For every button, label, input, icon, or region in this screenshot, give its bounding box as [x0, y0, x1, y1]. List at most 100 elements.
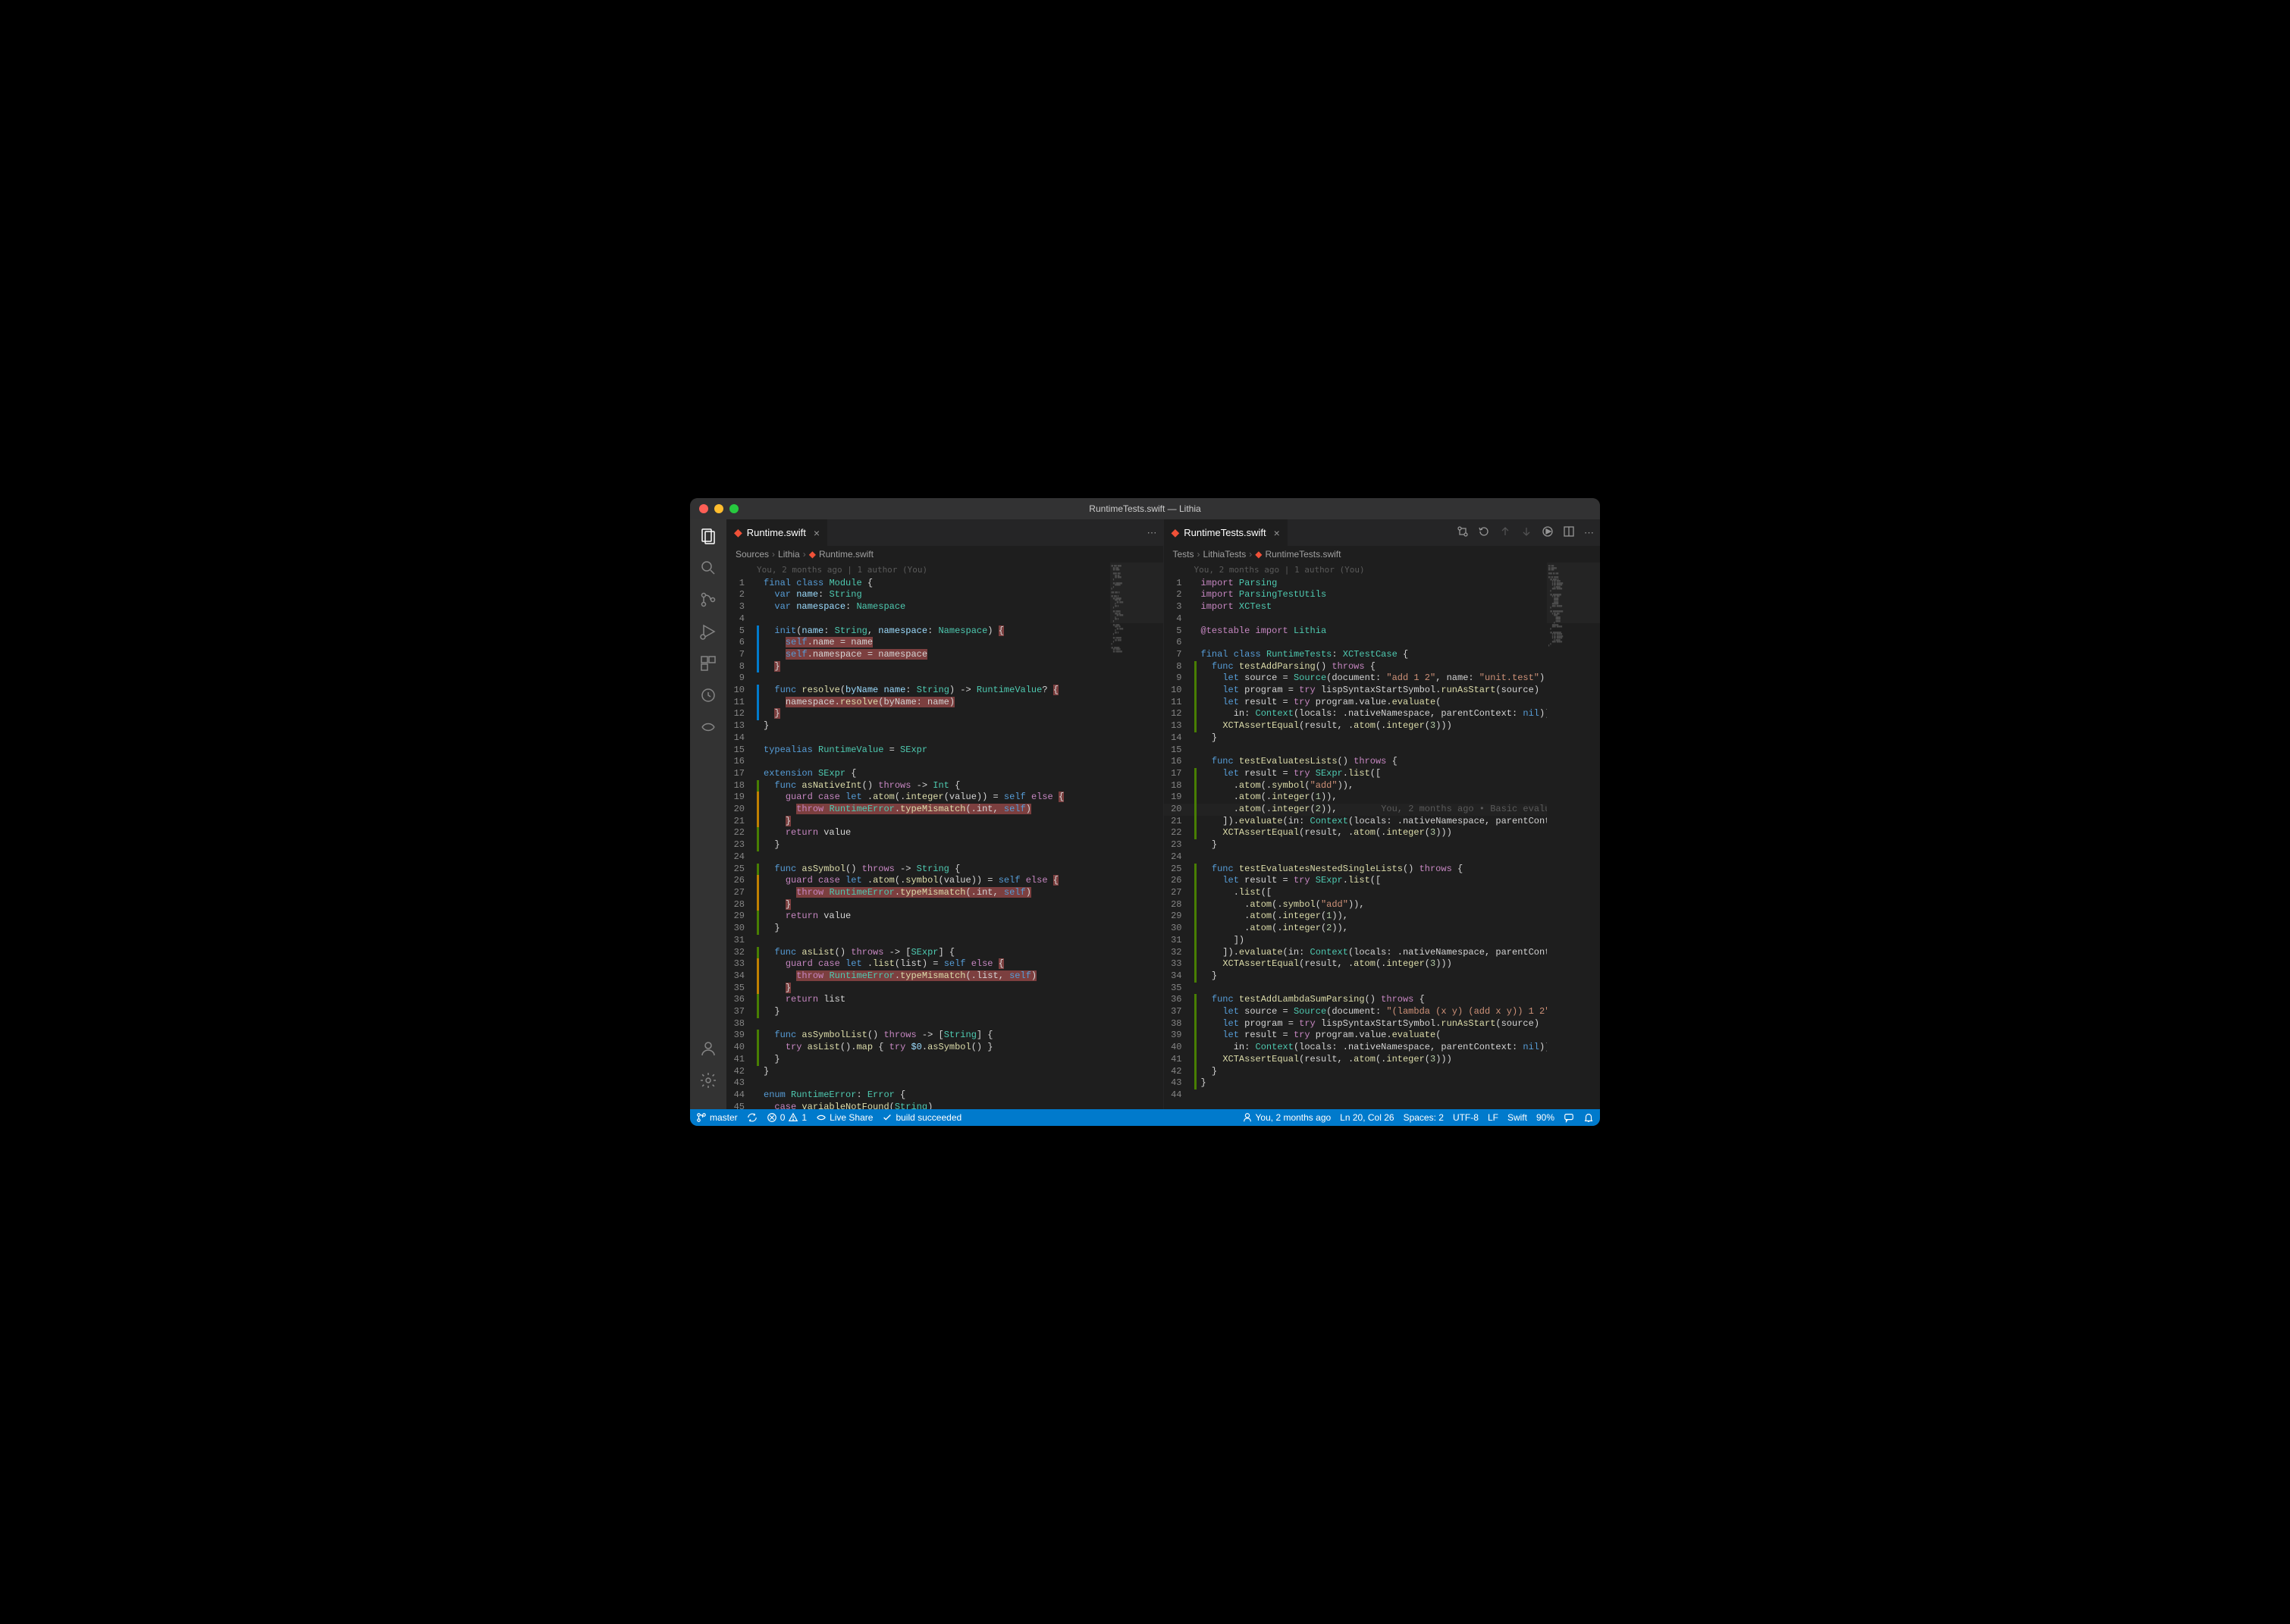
code-line[interactable]: 45 case variableNotFound(String)	[726, 1102, 1110, 1109]
code-line[interactable]: 17extension SExpr {	[726, 768, 1110, 780]
code-content[interactable]: .atom(.integer(1)),	[1201, 911, 1548, 923]
code-content[interactable]: }	[764, 839, 1110, 851]
code-line[interactable]: 14	[726, 732, 1110, 745]
lncol-status[interactable]: Ln 20, Col 26	[1340, 1112, 1394, 1123]
code-content[interactable]: in: Context(locals: .nativeNamespace, pa…	[1201, 1042, 1548, 1054]
code-content[interactable]: .atom(.symbol("add")),	[1201, 899, 1548, 911]
code-content[interactable]: let result = try program.value.evaluate(	[1201, 697, 1548, 709]
code-line[interactable]: 30 .atom(.integer(2)),	[1164, 923, 1548, 935]
code-content[interactable]: let source = Source(document: "(lambda (…	[1201, 1006, 1548, 1018]
code-content[interactable]: @testable import Lithia	[1201, 625, 1548, 638]
code-content[interactable]: }	[764, 899, 1110, 911]
code-line[interactable]: 16 func testEvaluatesLists() throws {	[1164, 756, 1548, 768]
code-content[interactable]: let result = try SExpr.list([	[1201, 875, 1548, 887]
language-status[interactable]: Swift	[1507, 1112, 1527, 1123]
code-area-right[interactable]: You, 2 months ago | 1 author (You) 1impo…	[1164, 563, 1601, 1109]
code-line[interactable]: 44enum RuntimeError: Error {	[726, 1089, 1110, 1102]
code-content[interactable]: func testEvaluatesLists() throws {	[1201, 756, 1548, 768]
code-content[interactable]: final class RuntimeTests: XCTestCase {	[1201, 649, 1548, 661]
code-content[interactable]: }	[764, 661, 1110, 673]
code-content[interactable]: func asNativeInt() throws -> Int {	[764, 780, 1110, 792]
explorer-icon[interactable]	[699, 527, 717, 545]
code-content[interactable]: ])	[1201, 935, 1548, 947]
code-content[interactable]: self.namespace = namespace	[764, 649, 1110, 661]
code-content[interactable]: namespace.resolve(byName: name)	[764, 697, 1110, 709]
code-line[interactable]: 35	[1164, 983, 1548, 995]
extensions-icon[interactable]	[699, 654, 717, 672]
code-content[interactable]: import Parsing	[1201, 578, 1548, 590]
code-line[interactable]: 22 XCTAssertEqual(result, .atom(.integer…	[1164, 827, 1548, 839]
code-line[interactable]: 4	[1164, 613, 1548, 625]
code-line[interactable]: 8 }	[726, 661, 1110, 673]
code-content[interactable]	[1201, 983, 1548, 995]
code-line[interactable]: 41 XCTAssertEqual(result, .atom(.integer…	[1164, 1054, 1548, 1066]
code-content[interactable]: throw RuntimeError.typeMismatch(.int, se…	[764, 887, 1110, 899]
code-line[interactable]: 18 func asNativeInt() throws -> Int {	[726, 780, 1110, 792]
zoom-status[interactable]: 90%	[1536, 1112, 1554, 1123]
code-line[interactable]: 1import Parsing	[1164, 578, 1548, 590]
code-line[interactable]: 26 let result = try SExpr.list([	[1164, 875, 1548, 887]
code-content[interactable]: import ParsingTestUtils	[1201, 589, 1548, 601]
code-content[interactable]: guard case let .atom(.symbol(value)) = s…	[764, 875, 1110, 887]
code-line[interactable]: 20 throw RuntimeError.typeMismatch(.int,…	[726, 804, 1110, 816]
code-content[interactable]: ]).evaluate(in: Context(locals: .nativeN…	[1201, 947, 1548, 959]
run-icon[interactable]	[1542, 525, 1554, 540]
code-line[interactable]: 6	[1164, 637, 1548, 649]
code-content[interactable]: }	[764, 1006, 1110, 1018]
debug-icon[interactable]	[699, 622, 717, 641]
code-content[interactable]: }	[764, 816, 1110, 828]
bell-icon[interactable]	[1583, 1112, 1594, 1123]
code-content[interactable]	[764, 935, 1110, 947]
code-content[interactable]: XCTAssertEqual(result, .atom(.integer(3)…	[1201, 827, 1548, 839]
source-control-icon[interactable]	[699, 591, 717, 609]
more-icon[interactable]: ⋯	[1584, 527, 1594, 539]
code-content[interactable]: let program = try lispSyntaxStartSymbol.…	[1201, 1018, 1548, 1030]
code-line[interactable]: 10 func resolve(byName name: String) -> …	[726, 685, 1110, 697]
code-content[interactable]: XCTAssertEqual(result, .atom(.integer(3)…	[1201, 720, 1548, 732]
minimap-left[interactable]: ██ ███ ████ ██ ███ ██ ████ ████ ███ ██ █…	[1110, 563, 1163, 1109]
circle-icon[interactable]	[699, 686, 717, 704]
code-line[interactable]: 8 func testAddParsing() throws {	[1164, 661, 1548, 673]
code-line[interactable]: 30 }	[726, 923, 1110, 935]
code-line[interactable]: 16	[726, 756, 1110, 768]
breadcrumb-left[interactable]: Sources › Lithia › ◆ Runtime.swift	[726, 546, 1163, 563]
sync-status[interactable]	[747, 1112, 758, 1123]
breadcrumb-right[interactable]: Tests › LithiaTests › ◆ RuntimeTests.swi…	[1164, 546, 1601, 563]
code-content[interactable]: typealias RuntimeValue = SExpr	[764, 745, 1110, 757]
build-status[interactable]: build succeeded	[882, 1112, 961, 1123]
code-content[interactable]	[764, 851, 1110, 864]
code-content[interactable]: throw RuntimeError.typeMismatch(.list, s…	[764, 970, 1110, 983]
code-right[interactable]: You, 2 months ago | 1 author (You) 1impo…	[1164, 563, 1548, 1109]
code-content[interactable]: let result = try program.value.evaluate(	[1201, 1030, 1548, 1042]
code-content[interactable]: case variableNotFound(String)	[764, 1102, 1110, 1109]
code-line[interactable]: 39 let result = try program.value.evalua…	[1164, 1030, 1548, 1042]
close-window-button[interactable]	[699, 504, 708, 513]
code-line[interactable]: 43	[726, 1077, 1110, 1089]
revert-icon[interactable]	[1478, 525, 1490, 540]
liveshare-icon[interactable]	[699, 718, 717, 736]
code-content[interactable]	[764, 756, 1110, 768]
code-content[interactable]: }	[1201, 1066, 1548, 1078]
code-line[interactable]: 24	[1164, 851, 1548, 864]
code-content[interactable]: }	[764, 720, 1110, 732]
code-content[interactable]	[764, 1077, 1110, 1089]
code-line[interactable]: 40 in: Context(locals: .nativeNamespace,…	[1164, 1042, 1548, 1054]
code-line[interactable]: 32 func asList() throws -> [SExpr] {	[726, 947, 1110, 959]
code-content[interactable]: func asSymbol() throws -> String {	[764, 864, 1110, 876]
code-line[interactable]: 29 .atom(.integer(1)),	[1164, 911, 1548, 923]
liveshare-status[interactable]: Live Share	[816, 1112, 873, 1123]
code-content[interactable]: }	[764, 1066, 1110, 1078]
code-content[interactable]: guard case let .atom(.integer(value)) = …	[764, 792, 1110, 804]
code-line[interactable]: 10 let program = try lispSyntaxStartSymb…	[1164, 685, 1548, 697]
code-line[interactable]: 23 }	[726, 839, 1110, 851]
problems-status[interactable]: 0 1	[767, 1112, 807, 1123]
code-content[interactable]	[764, 613, 1110, 625]
code-line[interactable]: 19 .atom(.integer(1)),	[1164, 792, 1548, 804]
code-line[interactable]: 27 throw RuntimeError.typeMismatch(.int,…	[726, 887, 1110, 899]
code-line[interactable]: 5 init(name: String, namespace: Namespac…	[726, 625, 1110, 638]
code-content[interactable]: var name: String	[764, 589, 1110, 601]
code-line[interactable]: 22 return value	[726, 827, 1110, 839]
code-content[interactable]: in: Context(locals: .nativeNamespace, pa…	[1201, 708, 1548, 720]
code-content[interactable]: self.name = name	[764, 637, 1110, 649]
code-content[interactable]: return list	[764, 994, 1110, 1006]
